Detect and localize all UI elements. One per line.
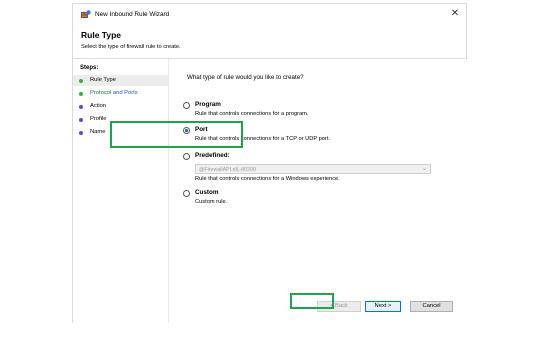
sidebar-item-label: Protocol and Ports [90, 90, 138, 96]
chevron-down-icon: ⌄ [421, 165, 427, 172]
cancel-button[interactable]: Cancel [410, 301, 453, 312]
step-pending-icon [79, 105, 83, 109]
next-button[interactable]: Next > [365, 301, 401, 312]
custom-radio[interactable] [183, 190, 190, 197]
port-option-highlight [110, 121, 243, 148]
title-bar: New Inbound Rule Wizard ✕ [73, 4, 466, 24]
firewall-wizard-icon [81, 10, 91, 18]
step-pending-icon [79, 118, 83, 122]
next-button-highlight [290, 293, 334, 309]
sidebar-item-label: Action [90, 103, 107, 109]
option-description: Rule that controls connections for a Win… [195, 176, 340, 182]
sidebar-item-label: Rule Type [90, 77, 116, 83]
steps-sidebar: Steps: Rule Type Protocol and Ports Acti… [73, 59, 169, 323]
step-complete-icon [79, 92, 83, 96]
predefined-select: @FirewallAPI.dll,-80200 ⌄ [195, 164, 431, 174]
option-description: Rule that controls connections for a pro… [195, 111, 309, 117]
step-pending-icon [79, 131, 83, 135]
sidebar-item-label: Name [90, 129, 106, 135]
sidebar-item-protocol-and-ports[interactable]: Protocol and Ports [73, 88, 168, 99]
window-title: New Inbound Rule Wizard [95, 11, 170, 18]
option-title: Custom [195, 189, 219, 196]
wizard-window: New Inbound Rule Wizard ✕ Rule Type Sele… [72, 3, 468, 323]
page-subtitle: Select the type of firewall rule to crea… [81, 44, 181, 50]
option-title: Predefined: [195, 152, 230, 159]
program-radio[interactable] [183, 102, 190, 109]
question-text: What type of rule would you like to crea… [187, 74, 304, 81]
step-complete-icon [79, 79, 83, 83]
sidebar-item-label: Profile [90, 116, 107, 122]
predefined-radio[interactable] [183, 153, 190, 160]
close-icon[interactable]: ✕ [449, 8, 461, 20]
wizard-content: What type of rule would you like to crea… [169, 59, 468, 323]
sidebar-item-action: Action [73, 101, 168, 112]
page-title: Rule Type [81, 30, 121, 40]
option-description: Custom rule. [195, 199, 228, 205]
predefined-select-value: @FirewallAPI.dll,-80200 [199, 166, 256, 173]
wizard-header: Rule Type Select the type of firewall ru… [73, 24, 466, 58]
steps-label: Steps: [80, 65, 99, 71]
sidebar-item-rule-type[interactable]: Rule Type [73, 75, 168, 86]
option-title: Program [195, 101, 221, 108]
